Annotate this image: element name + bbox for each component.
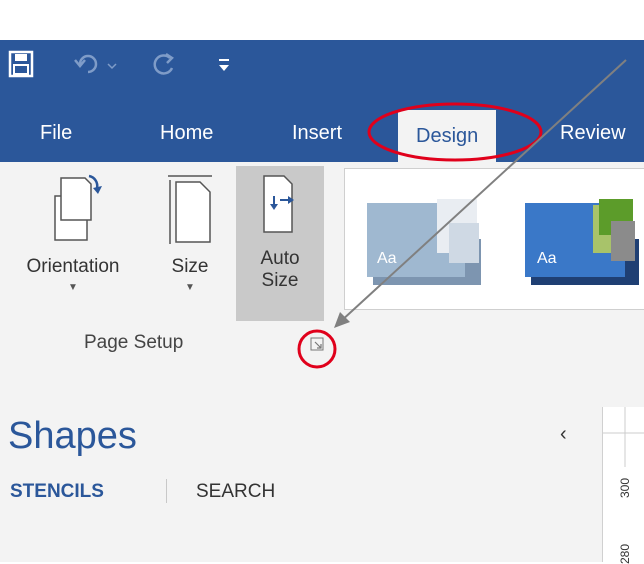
auto-size-button[interactable]: Auto Size xyxy=(240,170,320,292)
orientation-label: Orientation xyxy=(26,256,120,277)
page-setup-launcher-icon[interactable] xyxy=(310,337,324,351)
auto-size-label-1: Auto xyxy=(260,248,300,269)
vertical-ruler: 300 280 xyxy=(602,407,644,564)
ruler-grid xyxy=(603,407,644,467)
tab-design[interactable]: Design xyxy=(398,110,497,162)
orientation-button[interactable]: Orientation ▼ xyxy=(4,170,142,293)
theme-tile-2[interactable]: Aa xyxy=(521,197,644,289)
redo-icon[interactable] xyxy=(150,50,180,78)
auto-size-label-2: Size xyxy=(261,270,299,291)
ribbon-design: Orientation ▼ Size ▼ Auto Size Page Setu… xyxy=(0,162,644,368)
page-setup-group-label: Page Setup xyxy=(84,332,184,353)
tab-home[interactable]: Home xyxy=(160,122,213,145)
size-icon xyxy=(168,175,212,244)
chevron-down-icon: ▼ xyxy=(68,282,78,293)
customize-qat-icon[interactable] xyxy=(216,50,232,78)
tab-divider xyxy=(166,479,167,503)
auto-size-icon xyxy=(263,175,294,233)
tab-file[interactable]: File xyxy=(40,122,72,145)
tab-review[interactable]: Review xyxy=(560,122,626,145)
tab-search[interactable]: SEARCH xyxy=(196,481,275,503)
size-button[interactable]: Size ▼ xyxy=(160,170,220,293)
ruler-tick-label: 280 xyxy=(618,543,633,564)
quick-access-toolbar xyxy=(0,40,644,90)
shapes-panel-title: Shapes xyxy=(8,415,137,457)
theme-tile-2-label: Aa xyxy=(537,250,557,267)
tab-insert[interactable]: Insert xyxy=(292,122,342,145)
theme-tile-1[interactable]: Aa xyxy=(363,197,491,289)
save-icon[interactable] xyxy=(8,50,34,78)
themes-gallery: Aa Aa xyxy=(344,168,644,310)
size-label: Size xyxy=(171,256,209,277)
shapes-panel: Shapes ‹ STENCILS SEARCH 300 280 xyxy=(0,367,644,564)
chevron-down-icon: ▼ xyxy=(185,282,195,293)
orientation-icon xyxy=(54,174,102,241)
collapse-panel-icon[interactable]: ‹ xyxy=(560,423,567,446)
tab-stencils[interactable]: STENCILS xyxy=(10,481,104,503)
theme-tile-1-label: Aa xyxy=(377,250,397,267)
ruler-tick-label: 300 xyxy=(618,477,633,499)
undo-icon[interactable] xyxy=(72,50,120,78)
ribbon-tabs: File Home Insert Design Review xyxy=(0,90,644,162)
